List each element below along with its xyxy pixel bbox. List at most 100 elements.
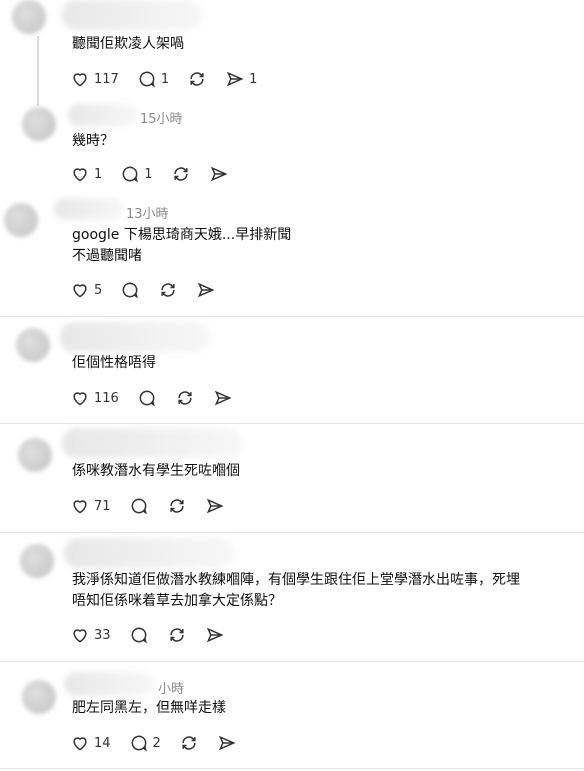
reply-count: 1 [160, 71, 170, 87]
timestamp: 小時 [158, 682, 185, 697]
repost-icon [169, 499, 184, 513]
heart-icon [73, 168, 87, 182]
like-button[interactable]: 1 [70, 164, 102, 184]
like-count: 1 [94, 166, 103, 182]
comment-text: 肥左同黑左，但無咩走樣 [72, 700, 226, 716]
comment-text: google 下楊思琦商天娥...早排新聞 不過聽聞啫 [72, 227, 292, 264]
like-count: 14 [94, 735, 111, 751]
divider [0, 316, 584, 317]
share-button[interactable] [205, 625, 225, 645]
reply-button[interactable]: 2 [129, 733, 161, 753]
repost-button[interactable] [167, 496, 187, 516]
reply-button[interactable]: 1 [137, 69, 169, 89]
comment-text: 我淨係知道佢做潛水教練嗰陣，有個學生跟住佢上堂學潛水出咗事，死埋 唔知佢係咪着草… [72, 572, 520, 609]
heart-icon [73, 73, 87, 87]
timestamp: 13小時 [126, 207, 169, 222]
like-button[interactable]: 71 [70, 496, 111, 516]
repost-icon [182, 736, 196, 750]
like-button[interactable]: 5 [70, 280, 102, 300]
send-icon [227, 71, 244, 87]
avatar[interactable] [22, 680, 56, 714]
heart-icon [73, 629, 87, 643]
share-button[interactable] [209, 164, 229, 184]
repost-icon [169, 628, 184, 642]
heart-icon [73, 737, 87, 751]
comment-text: 佢個性格唔得 [72, 355, 156, 371]
send-icon [206, 627, 224, 643]
action-bar: 1 1 [70, 162, 247, 186]
like-count: 116 [94, 390, 119, 406]
send-icon [198, 282, 215, 298]
username-blurred [68, 104, 138, 126]
share-count: 1 [249, 71, 258, 87]
avatar[interactable] [18, 438, 52, 472]
avatar[interactable] [22, 107, 56, 141]
action-bar: 14 2 [70, 731, 255, 755]
repost-icon [161, 283, 175, 297]
comment-text: 聽聞佢欺凌人架喎 [72, 36, 184, 52]
avatar[interactable] [20, 544, 54, 578]
like-button[interactable]: 117 [70, 69, 119, 89]
reply-button[interactable] [129, 496, 149, 516]
action-bar: 5 [70, 278, 234, 302]
send-icon [214, 390, 232, 406]
avatar[interactable] [16, 328, 50, 362]
reply-count: 2 [152, 735, 161, 751]
like-count: 71 [94, 498, 111, 514]
reply-button[interactable] [137, 388, 157, 408]
share-button[interactable] [213, 388, 233, 408]
comment-feed: 聽聞佢欺凌人架喎 117 1 1 15小時 幾時？ 1 1 13小時 googl… [0, 0, 584, 771]
avatar[interactable] [12, 0, 46, 34]
timestamp: 15小時 [140, 112, 183, 127]
like-count: 117 [94, 71, 119, 87]
action-bar: 71 [70, 494, 243, 518]
comment-icon [131, 498, 147, 515]
username-blurred [64, 538, 234, 568]
avatar[interactable] [4, 203, 38, 237]
divider [0, 423, 584, 424]
repost-button[interactable] [167, 625, 187, 645]
reply-button[interactable] [120, 280, 140, 300]
thread-line [37, 36, 39, 106]
comment-icon [122, 282, 139, 299]
comment-icon [131, 735, 147, 752]
username-blurred [62, 0, 202, 30]
comment-icon [122, 166, 139, 183]
repost-icon [178, 391, 192, 405]
like-count: 33 [94, 627, 111, 643]
divider [0, 661, 584, 662]
reply-button[interactable] [129, 625, 149, 645]
repost-button[interactable] [179, 733, 199, 753]
username-blurred [60, 322, 210, 352]
username-blurred [64, 672, 154, 696]
comment-icon [139, 390, 155, 407]
share-button[interactable]: 1 [225, 69, 257, 89]
action-bar: 116 [70, 386, 251, 410]
repost-icon [173, 167, 188, 181]
divider [0, 532, 584, 533]
share-button[interactable] [196, 280, 216, 300]
heart-icon [73, 392, 87, 406]
like-button[interactable]: 14 [70, 733, 111, 753]
comment-icon [139, 71, 155, 88]
like-button[interactable]: 116 [70, 388, 119, 408]
repost-button[interactable] [171, 164, 191, 184]
action-bar: 117 1 1 [70, 67, 275, 91]
send-icon [210, 166, 228, 182]
share-button[interactable] [205, 496, 225, 516]
repost-button[interactable] [158, 280, 178, 300]
repost-icon [190, 72, 204, 86]
repost-button[interactable] [175, 388, 195, 408]
reply-count: 1 [144, 166, 153, 182]
comment-text: 係咪教潛水有學生死咗嗰個 [72, 463, 240, 479]
heart-icon [73, 500, 87, 514]
action-bar: 33 [70, 623, 243, 647]
username-blurred [62, 428, 242, 458]
repost-button[interactable] [187, 69, 207, 89]
reply-button[interactable]: 1 [120, 164, 153, 184]
share-button[interactable] [217, 733, 237, 753]
like-button[interactable]: 33 [70, 625, 111, 645]
heart-icon [73, 284, 87, 298]
send-icon [218, 735, 236, 751]
like-count: 5 [94, 282, 103, 298]
